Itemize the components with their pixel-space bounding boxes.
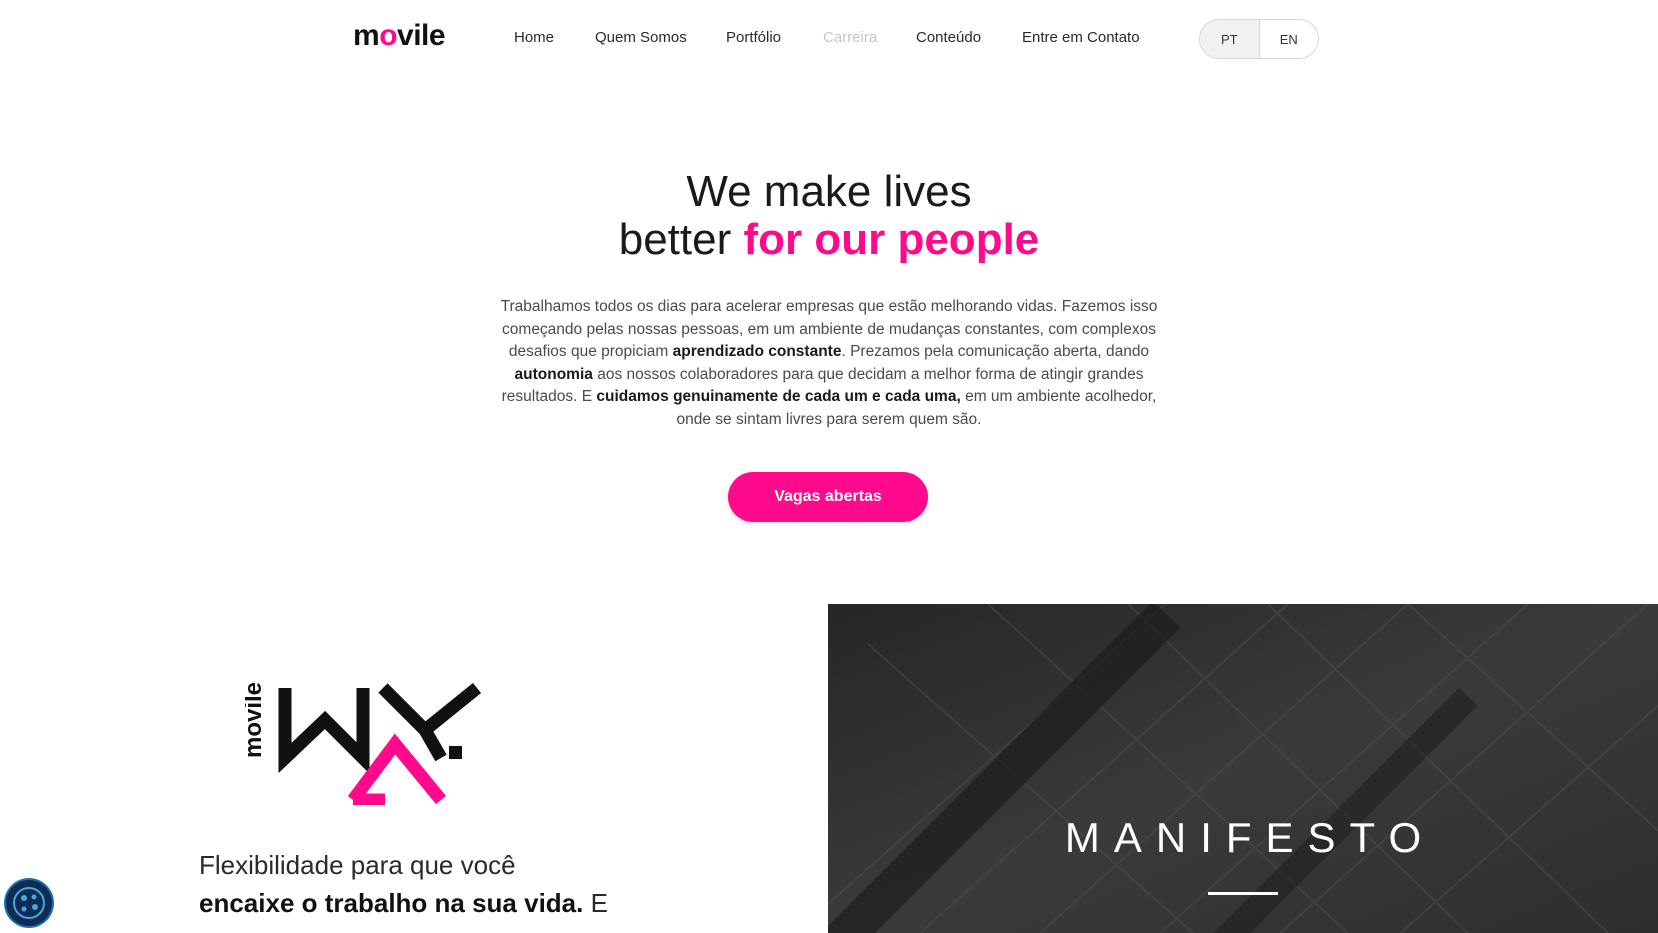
vagas-abertas-button[interactable]: Vagas abertas (728, 472, 928, 522)
way-text-plain: Flexibilidade para que você (199, 850, 516, 880)
way-logo-side-text: movile (245, 682, 267, 758)
nav-item-carreira[interactable]: Carreira (823, 26, 877, 50)
logo-text-o: o (379, 19, 398, 52)
hero-title-highlight: for our people (743, 215, 1040, 264)
hero-text-bold: aprendizado constante (672, 343, 842, 360)
keyboard-background-image (828, 604, 1658, 933)
way-text-bold: encaixe o trabalho na sua vida. (199, 888, 584, 918)
manifesto-panel[interactable]: MANIFESTO (828, 604, 1658, 933)
way-text-tail: E (583, 888, 608, 918)
nav-item-home[interactable]: Home (514, 26, 554, 50)
manifesto-underline (1208, 892, 1278, 895)
way-logo-graphic: movile (240, 682, 482, 807)
movile-logo[interactable]: movile (353, 16, 446, 56)
hero-title-line2: better for our people (0, 216, 1658, 264)
nav-item-quem-somos[interactable]: Quem Somos (595, 26, 687, 50)
manifesto-title: MANIFESTO (1064, 814, 1436, 861)
language-switcher: PT EN (1199, 19, 1319, 59)
hero-text-bold: autonomia (514, 365, 593, 383)
movile-way-logo: movile (240, 680, 505, 807)
nav-item-portfolio[interactable]: Portfólio (726, 26, 781, 50)
hero-text-part: . Prezamos pela comunicação aberta, dand… (841, 343, 1150, 360)
hero-title-line1: We make lives (686, 167, 972, 216)
hero-title-plain: better (618, 215, 744, 264)
nav-item-contato[interactable]: Entre em Contato (1022, 26, 1140, 50)
cookie-settings-icon[interactable] (6, 880, 52, 926)
lang-pt-button[interactable]: PT (1200, 20, 1260, 58)
hero-description: Trabalhamos todos os dias para acelerar … (484, 296, 1174, 431)
way-description: Flexibilidade para que você encaixe o tr… (199, 846, 719, 922)
nav-item-conteudo[interactable]: Conteúdo (916, 26, 981, 50)
hero-text-bold: cuidamos genuinamente de cada um e cada … (596, 388, 961, 405)
logo-text-m: m (353, 19, 380, 52)
lang-en-button[interactable]: EN (1260, 20, 1319, 58)
cookie-icon-graphic (13, 887, 45, 919)
hero-title: We make lives better for our people (0, 168, 1658, 264)
logo-text-vile: vile (397, 19, 446, 52)
